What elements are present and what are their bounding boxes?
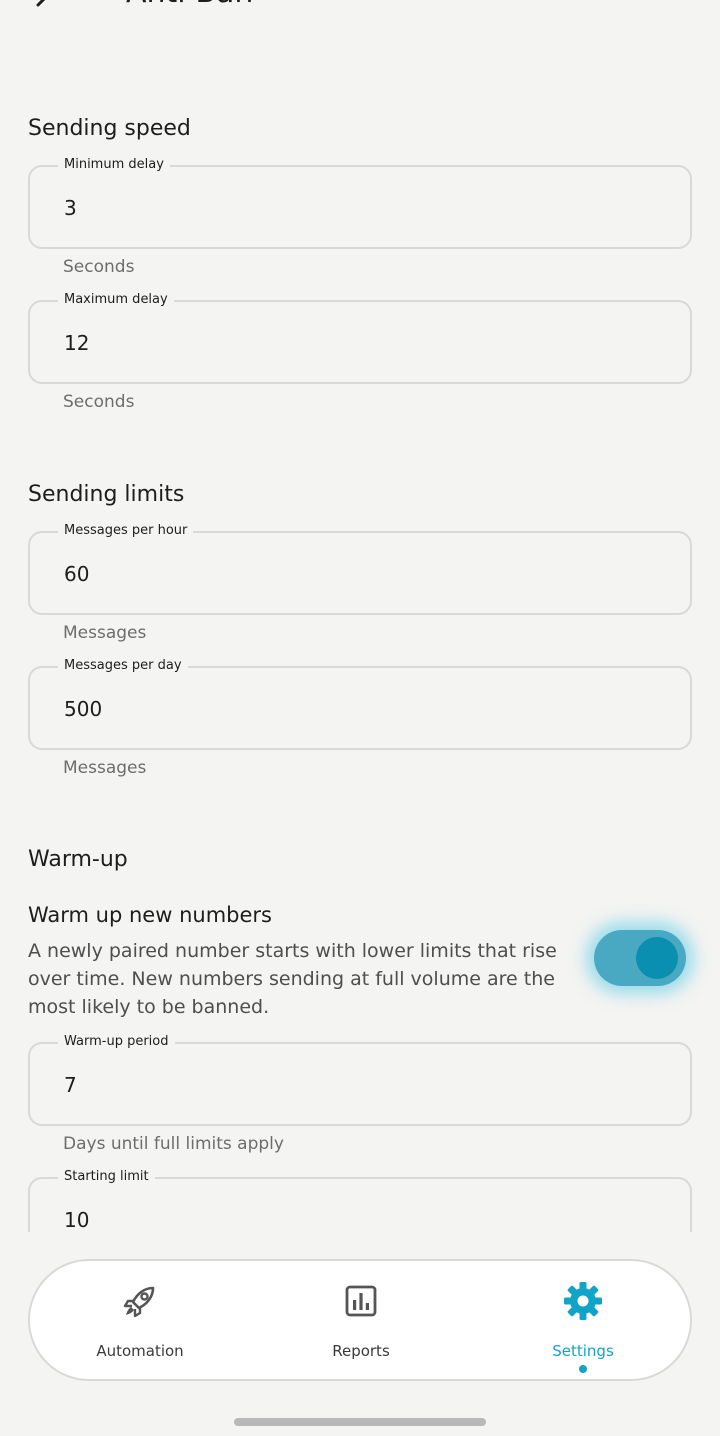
- maximum-delay-field[interactable]: Maximum delay 12: [28, 291, 692, 384]
- field-label: Starting limit: [58, 1168, 155, 1186]
- active-indicator-dot: [579, 1365, 587, 1373]
- field-value[interactable]: 7: [64, 1073, 77, 1097]
- nav-label: Automation: [96, 1342, 184, 1360]
- settings-scroll-area[interactable]: Sending speed Minimum delay 3 Seconds Ma…: [0, 0, 720, 1232]
- starting-limit-field[interactable]: Starting limit 10: [28, 1168, 692, 1232]
- field-label: Minimum delay: [58, 156, 170, 174]
- home-indicator[interactable]: [234, 1418, 486, 1426]
- switch-knob: [636, 937, 678, 979]
- rocket-icon: [123, 1286, 155, 1318]
- section-title-sending-speed: Sending speed: [28, 116, 191, 141]
- field-value[interactable]: 60: [64, 562, 89, 586]
- nav-item-automation[interactable]: Automation: [50, 1261, 230, 1379]
- field-label: Messages per hour: [58, 522, 194, 540]
- gear-icon: [564, 1282, 602, 1320]
- messages-per-day-field[interactable]: Messages per day 500: [28, 657, 692, 750]
- messages-per-hour-field[interactable]: Messages per hour 60: [28, 522, 692, 615]
- warm-up-toggle-title: Warm up new numbers: [28, 903, 272, 927]
- bottom-navigation: Automation Reports Settings: [28, 1259, 692, 1381]
- nav-label: Settings: [552, 1342, 614, 1360]
- warm-up-period-field[interactable]: Warm-up period 7: [28, 1033, 692, 1126]
- helper-text: Messages: [63, 758, 147, 778]
- field-label: Maximum delay: [58, 291, 174, 309]
- nav-label: Reports: [332, 1342, 390, 1360]
- nav-item-reports[interactable]: Reports: [271, 1261, 451, 1379]
- helper-text: Messages: [63, 623, 147, 643]
- field-label: Messages per day: [58, 657, 188, 675]
- section-title-warm-up: Warm-up: [28, 847, 128, 872]
- field-value[interactable]: 500: [64, 697, 102, 721]
- helper-text: Days until full limits apply: [63, 1134, 284, 1154]
- anti-ban-settings-screen: Anti-Ban Sending speed Minimum delay 3 S…: [0, 0, 720, 1436]
- chart-icon: [345, 1285, 377, 1317]
- field-value[interactable]: 3: [64, 196, 77, 220]
- helper-text: Seconds: [63, 257, 135, 277]
- section-title-sending-limits: Sending limits: [28, 482, 185, 507]
- warm-up-toggle-switch[interactable]: [594, 930, 686, 986]
- minimum-delay-field[interactable]: Minimum delay 3: [28, 156, 692, 249]
- warm-up-toggle-description: A newly paired number starts with lower …: [28, 940, 557, 1018]
- nav-item-settings[interactable]: Settings: [493, 1261, 673, 1379]
- field-value[interactable]: 10: [64, 1208, 89, 1232]
- field-label: Warm-up period: [58, 1033, 175, 1051]
- helper-text: Seconds: [63, 392, 135, 412]
- field-value[interactable]: 12: [64, 331, 89, 355]
